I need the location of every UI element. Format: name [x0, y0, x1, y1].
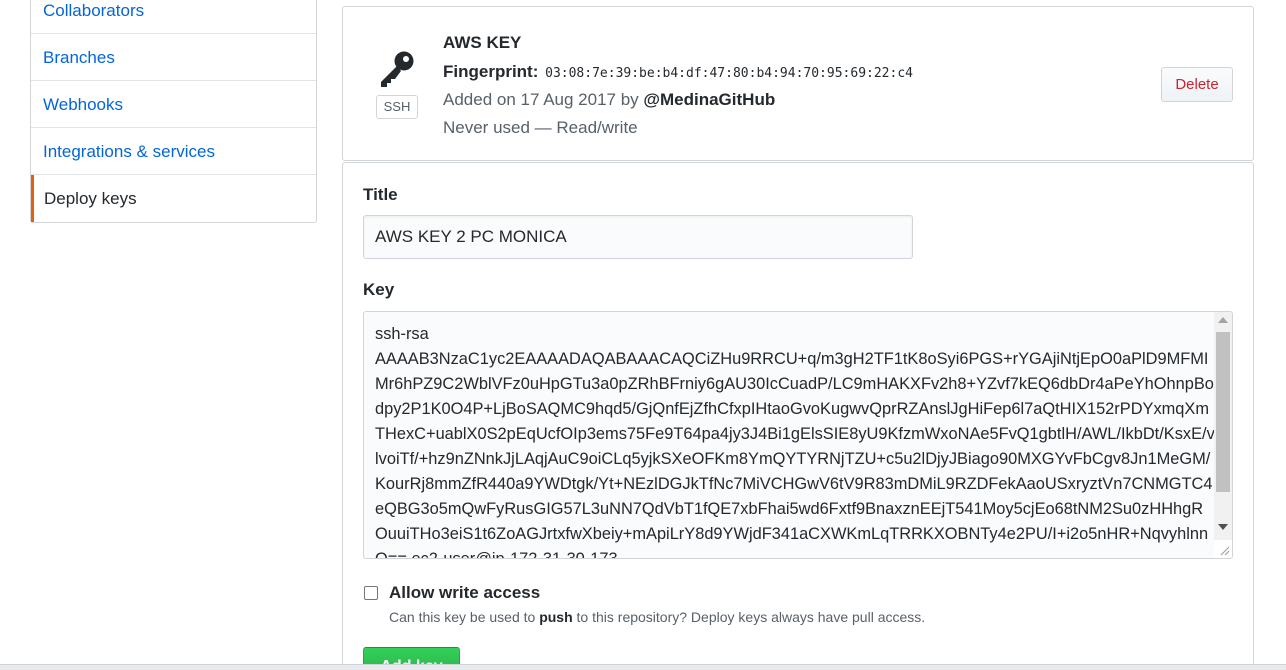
add-deploy-key-form: Title AWS KEY 2 PC MONICA Key ssh-rsa AA… [342, 162, 1254, 670]
resize-grip-icon[interactable] [1214, 540, 1232, 558]
sidebar-item-integrations[interactable]: Integrations & services [31, 128, 316, 175]
allow-write-label[interactable]: Allow write access [389, 583, 540, 603]
note-suffix: to this repository? Deploy keys always h… [576, 609, 926, 625]
title-input[interactable]: AWS KEY 2 PC MONICA [363, 215, 913, 259]
key-fingerprint: Fingerprint: 03:08:7e:39:be:b4:df:47:80:… [443, 62, 913, 82]
scroll-thumb[interactable] [1216, 332, 1230, 492]
scroll-up-arrow-icon[interactable] [1218, 317, 1228, 323]
settings-sidebar: Collaborators Branches Webhooks Integrat… [30, 0, 317, 223]
key-usage: Never used — Read/write [443, 118, 638, 137]
sidebar-item-collaborators[interactable]: Collaborators [31, 0, 316, 34]
allow-write-checkbox[interactable] [364, 586, 378, 600]
delete-key-button[interactable]: Delete [1161, 67, 1233, 102]
key-added-info: Added on 17 Aug 2017 by @MedinaGitHub [443, 90, 775, 110]
textarea-scrollbar[interactable] [1214, 312, 1232, 540]
sidebar-item-webhooks[interactable]: Webhooks [31, 81, 316, 128]
sidebar-item-branches[interactable]: Branches [31, 34, 316, 81]
scroll-down-arrow-icon[interactable] [1218, 524, 1228, 530]
title-label: Title [363, 185, 398, 204]
key-textarea[interactable]: ssh-rsa AAAAB3NzaC1yc2EAAAADAQABAAACAQCi… [363, 311, 1233, 559]
key-title: AWS KEY [443, 33, 522, 52]
deploy-key-entry: SSH AWS KEY Fingerprint: 03:08:7e:39:be:… [342, 6, 1254, 161]
note-bold: push [539, 609, 573, 625]
sidebar-item-deploy-keys[interactable]: Deploy keys [31, 175, 316, 222]
key-textarea-value: ssh-rsa AAAAB3NzaC1yc2EAAAADAQABAAACAQCi… [375, 325, 1215, 559]
added-by-user[interactable]: @MedinaGitHub [643, 90, 775, 109]
window-bottom-bar [0, 664, 1286, 670]
key-label: Key [363, 280, 395, 299]
ssh-badge: SSH [376, 95, 418, 119]
allow-write-note: Can this key be used to push to this rep… [389, 609, 925, 625]
fingerprint-label: Fingerprint: [443, 62, 539, 81]
key-icon [381, 51, 414, 87]
added-text: Added on 17 Aug 2017 by [443, 90, 639, 109]
note-prefix: Can this key be used to [389, 609, 536, 625]
fingerprint-value: 03:08:7e:39:be:b4:df:47:80:b4:94:70:95:6… [545, 66, 913, 81]
